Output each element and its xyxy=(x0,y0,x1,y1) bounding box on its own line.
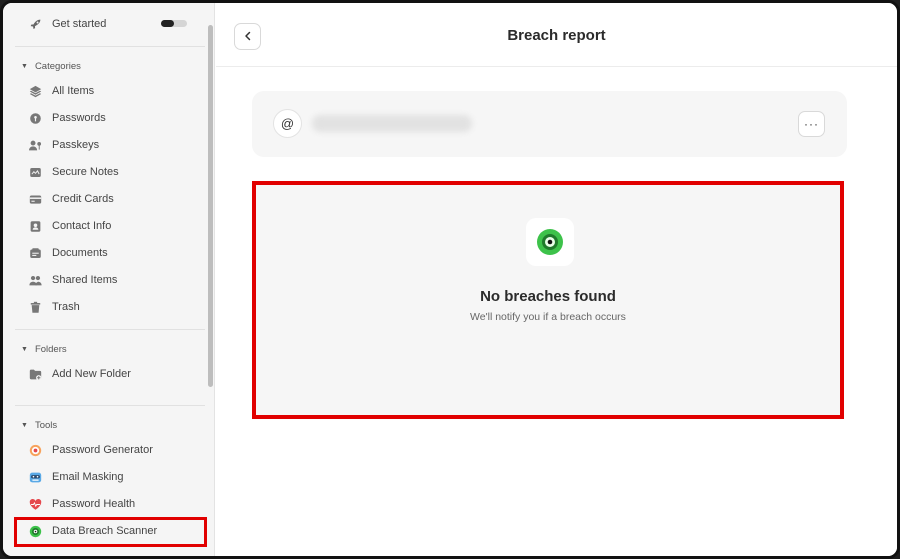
document-icon xyxy=(28,246,42,260)
rocket-icon xyxy=(28,17,42,31)
caret-down-icon: ▼ xyxy=(21,62,28,70)
sidebar-item-label: Shared Items xyxy=(52,274,118,286)
layers-icon xyxy=(28,84,42,98)
sidebar-item-password-generator[interactable]: Password Generator xyxy=(28,440,153,460)
sidebar-item-label: Email Masking xyxy=(52,471,124,483)
result-title: No breaches found xyxy=(480,288,616,305)
sidebar-item-secure-notes[interactable]: Secure Notes xyxy=(28,162,119,182)
sidebar-item-label: Add New Folder xyxy=(52,368,131,380)
scanner-icon xyxy=(526,218,574,266)
divider xyxy=(15,405,205,406)
sidebar-item-label: Password Generator xyxy=(52,444,153,456)
app-window: Get started ▼ Categories All Items Passw… xyxy=(0,0,900,559)
sidebar-item-passkeys[interactable]: Passkeys xyxy=(28,135,99,155)
section-title: Categories xyxy=(34,60,81,72)
caret-down-icon: ▼ xyxy=(21,421,28,429)
sidebar-item-credit-cards[interactable]: Credit Cards xyxy=(28,189,114,209)
sidebar-item-all-items[interactable]: All Items xyxy=(28,81,94,101)
sidebar-item-label: Secure Notes xyxy=(52,166,119,178)
mask-icon xyxy=(28,470,42,484)
highlight-box-sidebar xyxy=(14,517,207,547)
sidebar-item-documents[interactable]: Documents xyxy=(28,243,108,263)
monitored-email-card: @ ··· xyxy=(252,91,847,157)
main-panel: Breach report @ ··· No breaches found We… xyxy=(216,3,897,556)
sidebar-item-label: All Items xyxy=(52,85,95,97)
sidebar: Get started ▼ Categories All Items Passw… xyxy=(3,3,215,556)
sidebar-item-label: Passwords xyxy=(52,112,106,124)
passkey-icon xyxy=(28,138,42,152)
key-icon xyxy=(28,111,42,125)
people-icon xyxy=(28,273,42,287)
trash-icon xyxy=(28,300,42,314)
redacted-email xyxy=(312,115,472,132)
sidebar-item-shared-items[interactable]: Shared Items xyxy=(28,270,117,290)
breach-result-card: No breaches found We'll notify you if a … xyxy=(252,181,844,419)
more-options-button[interactable]: ··· xyxy=(798,111,825,137)
credit-card-icon xyxy=(28,192,42,206)
divider xyxy=(15,329,205,330)
divider xyxy=(15,46,205,47)
heart-icon xyxy=(28,497,42,511)
sidebar-item-get-started[interactable]: Get started xyxy=(28,14,106,34)
generator-icon xyxy=(28,443,42,457)
sidebar-item-label: Contact Info xyxy=(52,220,112,232)
sidebar-item-label: Passkeys xyxy=(52,139,100,151)
contact-icon xyxy=(28,219,42,233)
sidebar-item-contact-info[interactable]: Contact Info xyxy=(28,216,111,236)
sidebar-item-label: Documents xyxy=(52,247,108,259)
section-folders[interactable]: ▼ Folders xyxy=(21,342,67,356)
section-title: Folders xyxy=(34,343,67,355)
sidebar-item-trash[interactable]: Trash xyxy=(28,297,80,317)
sidebar-item-email-masking[interactable]: Email Masking xyxy=(28,467,124,487)
topbar: Breach report xyxy=(216,3,897,67)
add-new-folder-button[interactable]: Add New Folder xyxy=(28,364,131,384)
at-icon: @ xyxy=(273,109,302,138)
sidebar-item-label: Credit Cards xyxy=(52,193,114,205)
sidebar-item-label: Password Health xyxy=(52,498,136,510)
section-tools[interactable]: ▼ Tools xyxy=(21,418,57,432)
note-icon xyxy=(28,165,42,179)
section-title: Tools xyxy=(34,419,58,431)
sidebar-scrollbar[interactable] xyxy=(208,25,213,387)
page-title: Breach report xyxy=(507,27,606,44)
result-subtitle: We'll notify you if a breach occurs xyxy=(470,311,626,323)
folder-plus-icon xyxy=(28,367,42,381)
caret-down-icon: ▼ xyxy=(21,345,28,353)
sidebar-item-label: Get started xyxy=(52,18,107,30)
sidebar-item-label: Trash xyxy=(52,301,80,313)
sidebar-item-password-health[interactable]: Password Health xyxy=(28,494,135,514)
section-categories[interactable]: ▼ Categories xyxy=(21,59,81,73)
more-icon: ··· xyxy=(804,117,819,131)
get-started-progress xyxy=(161,20,187,27)
sidebar-item-passwords[interactable]: Passwords xyxy=(28,108,106,128)
